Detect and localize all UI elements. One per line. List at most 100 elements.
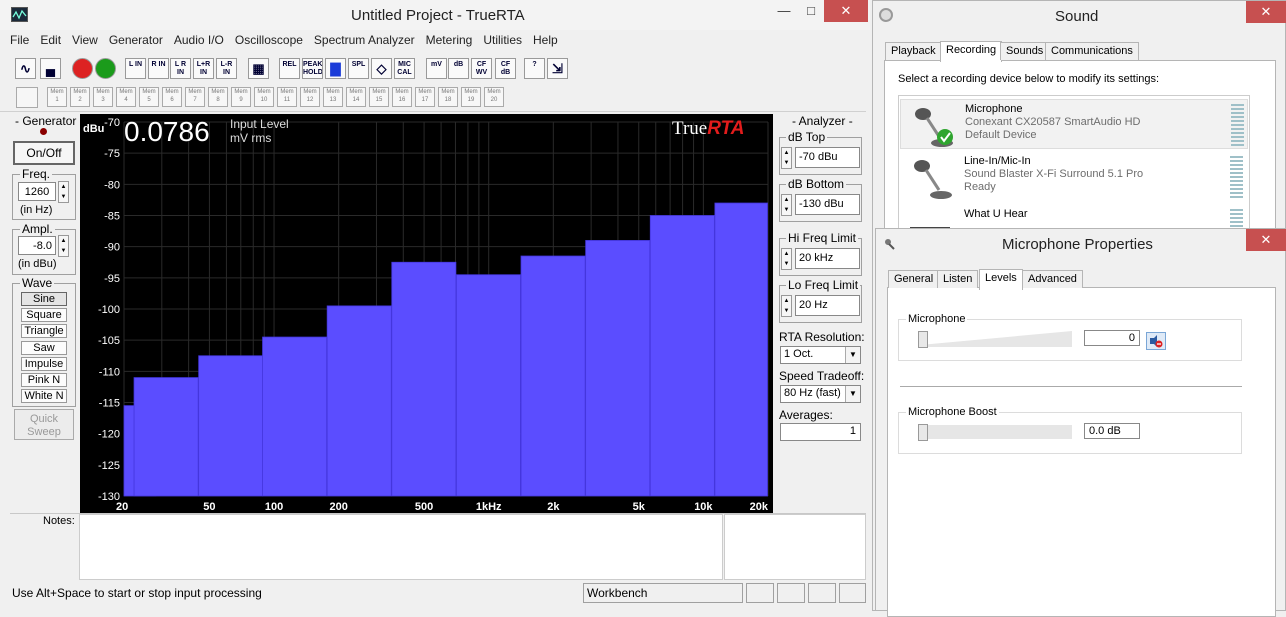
toolbar-db-button[interactable]: dB [448, 58, 469, 79]
memory-button-16[interactable]: Mem 16 [392, 87, 412, 107]
wave-triangle-button[interactable]: Triangle [21, 324, 67, 339]
toolbar-r-in-button[interactable]: R IN [148, 58, 169, 79]
wave-square-button[interactable]: Square [21, 308, 67, 323]
mic-tab-listen[interactable]: Listen [937, 270, 979, 288]
memory-button-19[interactable]: Mem 19 [461, 87, 481, 107]
toolbar-cf-wv-button[interactable]: CF WV [471, 58, 492, 79]
memory-button-8[interactable]: Mem 8 [208, 87, 228, 107]
db-bottom-input[interactable]: -130 dBu [795, 194, 860, 215]
mic-boost-slider[interactable] [918, 424, 928, 441]
sound-dialog-title: Sound [1055, 8, 1099, 25]
sine-wave-button[interactable]: ∿ [15, 58, 36, 79]
memory-button-17[interactable]: Mem 17 [415, 87, 435, 107]
menu-item-oscilloscope[interactable]: Oscilloscope [235, 33, 303, 47]
memory-button-10[interactable]: Mem 10 [254, 87, 274, 107]
mic-boost-value[interactable]: 0.0 dB [1084, 423, 1140, 439]
menu-item-utilities[interactable]: Utilities [483, 33, 522, 47]
mic-tab-general[interactable]: General [888, 270, 940, 288]
toolbar-peak-hold-button[interactable]: PEAK HOLD [302, 58, 323, 79]
stop-button[interactable] [72, 58, 93, 79]
wave-impulse-button[interactable]: Impulse [21, 356, 67, 371]
speed-tradeoff-select[interactable]: 80 Hz (fast) ▼ [780, 385, 861, 403]
wave-sine-button[interactable]: Sine [21, 292, 67, 306]
lo-freq-spinner[interactable]: ▲ ▼ [781, 295, 792, 317]
memory-button-1[interactable]: Mem 1 [47, 87, 67, 107]
sound-tab-recording[interactable]: Recording [940, 41, 1003, 62]
memory-color-swatch[interactable] [16, 87, 38, 108]
sound-tab-sounds[interactable]: Sounds [1000, 42, 1050, 60]
wave-white-n-button[interactable]: White N [21, 389, 67, 404]
menu-item-help[interactable]: Help [533, 33, 558, 47]
menu-item-audio-i-o[interactable]: Audio I/O [174, 33, 224, 47]
mic-tab-levels[interactable]: Levels [979, 269, 1023, 290]
menu-item-spectrum-analyzer[interactable]: Spectrum Analyzer [314, 33, 415, 47]
memory-button-7[interactable]: Mem 7 [185, 87, 205, 107]
hi-freq-spinner[interactable]: ▲ ▼ [781, 248, 792, 270]
memory-button-12[interactable]: Mem 12 [300, 87, 320, 107]
memory-button-13[interactable]: Mem 13 [323, 87, 343, 107]
sound-close-button[interactable]: ✕ [1246, 1, 1286, 23]
help-arrow-button[interactable]: ⇲ [547, 58, 568, 79]
memory-button-4[interactable]: Mem 4 [116, 87, 136, 107]
toolbar-l-in-button[interactable]: L IN [125, 58, 146, 79]
memory-button-15[interactable]: Mem 15 [369, 87, 389, 107]
mic-level-slider[interactable] [918, 331, 928, 348]
maximize-button[interactable]: □ [797, 0, 825, 22]
toolbar-mv-button[interactable]: mV [426, 58, 447, 79]
menu-item-edit[interactable]: Edit [40, 33, 61, 47]
menu-item-view[interactable]: View [72, 33, 98, 47]
db-top-input[interactable]: -70 dBu [795, 147, 860, 168]
memory-button-5[interactable]: Mem 5 [139, 87, 159, 107]
mic-tab-advanced[interactable]: Advanced [1022, 270, 1083, 288]
spectrum-button[interactable]: ▄ [40, 58, 61, 79]
memory-button-14[interactable]: Mem 14 [346, 87, 366, 107]
cal-button[interactable]: ◇ [371, 58, 392, 79]
ampl-input[interactable]: -8.0 [18, 236, 56, 255]
db-bottom-spinner[interactable]: ▲ ▼ [781, 194, 792, 216]
freq-spinner[interactable]: ▲ ▼ [58, 181, 69, 203]
lo-freq-input[interactable]: 20 Hz [795, 295, 860, 316]
mic-props-close-button[interactable]: ✕ [1246, 229, 1286, 251]
speaker-mute-icon[interactable] [1146, 332, 1166, 350]
toolbar-cf-db-button[interactable]: CF dB [495, 58, 516, 79]
grid-button[interactable]: ▦ [248, 58, 269, 79]
ampl-spinner[interactable]: ▲ ▼ [58, 235, 69, 257]
toolbar-mic-cal-button[interactable]: MIC CAL [394, 58, 415, 79]
rta-resolution-select[interactable]: 1 Oct. ▼ [780, 346, 861, 364]
memory-button-6[interactable]: Mem 6 [162, 87, 182, 107]
toolbar-l-r-in-button[interactable]: L R IN [170, 58, 191, 79]
mic-level-value[interactable]: 0 [1084, 330, 1140, 346]
quick-sweep-button[interactable]: Quick Sweep [14, 409, 74, 440]
wave-pink-n-button[interactable]: Pink N [21, 373, 67, 387]
notes-textarea[interactable] [79, 514, 723, 580]
memory-button-18[interactable]: Mem 18 [438, 87, 458, 107]
truerta-titlebar[interactable]: Untitled Project - TrueRTA — □ ✕ [0, 0, 870, 30]
memory-button-11[interactable]: Mem 11 [277, 87, 297, 107]
wave-saw-button[interactable]: Saw [21, 340, 67, 355]
device-row[interactable]: Microphone Conexant CX20587 SmartAudio HD… [900, 99, 1248, 149]
generator-onoff-button[interactable]: On/Off [13, 141, 75, 165]
averages-input[interactable]: 1 [780, 423, 861, 441]
memory-button-2[interactable]: Mem 2 [70, 87, 90, 107]
toolbar-rel-button[interactable]: REL [279, 58, 300, 79]
hi-freq-input[interactable]: 20 kHz [795, 248, 860, 269]
sound-tab-playback[interactable]: Playback [885, 42, 942, 60]
freq-input[interactable]: 1260 [18, 182, 56, 201]
menu-item-generator[interactable]: Generator [109, 33, 163, 47]
menu-item-file[interactable]: File [10, 33, 29, 47]
memory-button-9[interactable]: Mem 9 [231, 87, 251, 107]
memory-button-20[interactable]: Mem 20 [484, 87, 504, 107]
close-button[interactable]: ✕ [824, 0, 868, 22]
go-button[interactable] [95, 58, 116, 79]
minimize-button[interactable]: — [770, 0, 798, 22]
menu-item-metering[interactable]: Metering [426, 33, 473, 47]
db-top-spinner[interactable]: ▲ ▼ [781, 147, 792, 169]
toolbar-l-r-in-button[interactable]: L-R IN [216, 58, 237, 79]
memory-button-3[interactable]: Mem 3 [93, 87, 113, 107]
sound-tab-communications[interactable]: Communications [1045, 42, 1139, 60]
toolbar-l-r-in-button[interactable]: L+R IN [193, 58, 214, 79]
bars-button[interactable]: ▇ [325, 58, 346, 79]
toolbar-spl-button[interactable]: SPL [348, 58, 369, 79]
device-row[interactable]: Line-In/Mic-In Sound Blaster X-Fi Surroun… [900, 152, 1248, 202]
toolbar---button[interactable]: ? [524, 58, 545, 79]
